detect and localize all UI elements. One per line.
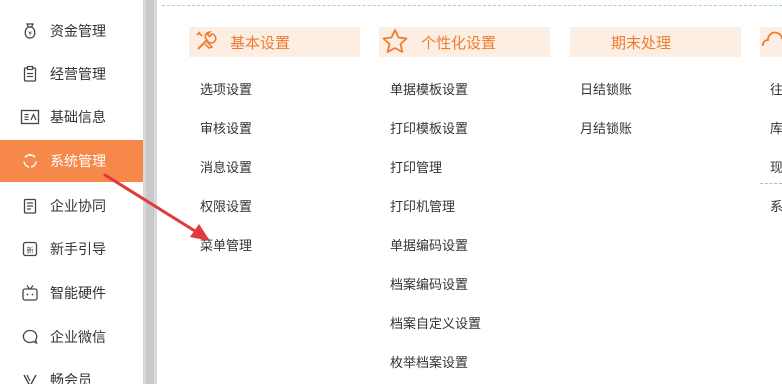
column-header-partial [760,27,782,57]
sidebar-item-label: 基础信息 [50,110,106,126]
menu-link-partial-2[interactable]: 库 [770,118,782,137]
sidebar-item-wechat[interactable]: 企业微信 [0,316,143,358]
menu-link-permission-settings[interactable]: 权限设置 [200,196,252,215]
sidebar: ¥ 资金管理 经营管理 基础信息 系统管理 企业协同 新 新手引导 智能硬件 企… [0,0,143,384]
sidebar-item-label: 智能硬件 [50,286,106,302]
column-header-basic-settings: 基本设置 [189,27,360,57]
column-title: 个性化设置 [421,33,497,52]
menu-link-audit-settings[interactable]: 审核设置 [200,118,252,137]
tools-icon [193,28,219,58]
chat-bubble-icon [20,327,40,347]
money-bag-icon: ¥ [20,21,40,41]
tv-device-icon [20,283,40,303]
menu-link-partial-3[interactable]: 现 [770,157,782,176]
column-header-personalization: 个性化设置 [379,27,550,57]
column-title: 期末处理 [611,33,672,52]
sidebar-item-label: 企业微信 [50,330,106,346]
menu-link-printer-management[interactable]: 打印机管理 [390,196,455,215]
svg-text:¥: ¥ [28,31,32,38]
sidebar-item-funds[interactable]: ¥ 资金管理 [0,10,143,52]
menu-link-partial-1[interactable]: 往 [770,79,782,98]
sync-circle-icon [20,151,40,171]
column-title: 基本设置 [230,33,291,52]
top-divider [162,0,782,6]
menu-link-menu-management[interactable]: 菜单管理 [200,235,252,254]
menu-link-daily-lock[interactable]: 日结锁账 [580,79,632,98]
sidebar-item-hardware[interactable]: 智能硬件 [0,272,143,314]
sidebar-item-label: 畅会员 [50,373,92,384]
sidebar-item-label: 系统管理 [50,154,106,170]
sidebar-item-label: 经营管理 [50,67,106,83]
sidebar-item-guide[interactable]: 新 新手引导 [0,228,143,270]
menu-link-partial-4[interactable]: 系 [770,196,782,215]
section-divider [760,183,782,184]
sidebar-item-label: 新手引导 [50,242,106,258]
menu-link-doc-coding[interactable]: 单据编码设置 [390,235,468,254]
id-card-icon [20,107,40,127]
menu-link-print-template[interactable]: 打印模板设置 [390,118,468,137]
menu-link-print-management[interactable]: 打印管理 [390,157,442,176]
app-root: ¥ 资金管理 经营管理 基础信息 系统管理 企业协同 新 新手引导 智能硬件 企… [0,0,782,384]
star-icon [381,28,409,58]
scrollbar-thumb[interactable] [146,0,154,384]
sidebar-item-basic-info[interactable]: 基础信息 [0,96,143,138]
sidebar-item-label: 资金管理 [50,24,106,40]
new-badge-icon: 新 [20,239,40,259]
menu-link-archive-custom[interactable]: 档案自定义设置 [390,313,481,332]
vip-icon [20,370,40,384]
column-header-period-end: 期末处理 [570,27,741,57]
cloud-icon [760,28,782,58]
sidebar-item-operations[interactable]: 经营管理 [0,53,143,95]
sidebar-item-label: 企业协同 [50,199,106,215]
clipboard-icon [20,64,40,84]
menu-link-option-settings[interactable]: 选项设置 [200,79,252,98]
sidebar-scrollbar[interactable] [143,0,157,384]
menu-link-archive-coding[interactable]: 档案编码设置 [390,274,468,293]
menu-link-doc-template[interactable]: 单据模板设置 [390,79,468,98]
sidebar-item-system[interactable]: 系统管理 [0,140,143,182]
sidebar-item-vip[interactable]: 畅会员 [0,359,143,384]
menu-link-enum-archive[interactable]: 枚举档案设置 [390,352,468,371]
menu-link-message-settings[interactable]: 消息设置 [200,157,252,176]
svg-text:新: 新 [27,246,34,255]
menu-link-monthly-lock[interactable]: 月结锁账 [580,118,632,137]
document-icon [20,196,40,216]
sidebar-item-collaboration[interactable]: 企业协同 [0,185,143,227]
